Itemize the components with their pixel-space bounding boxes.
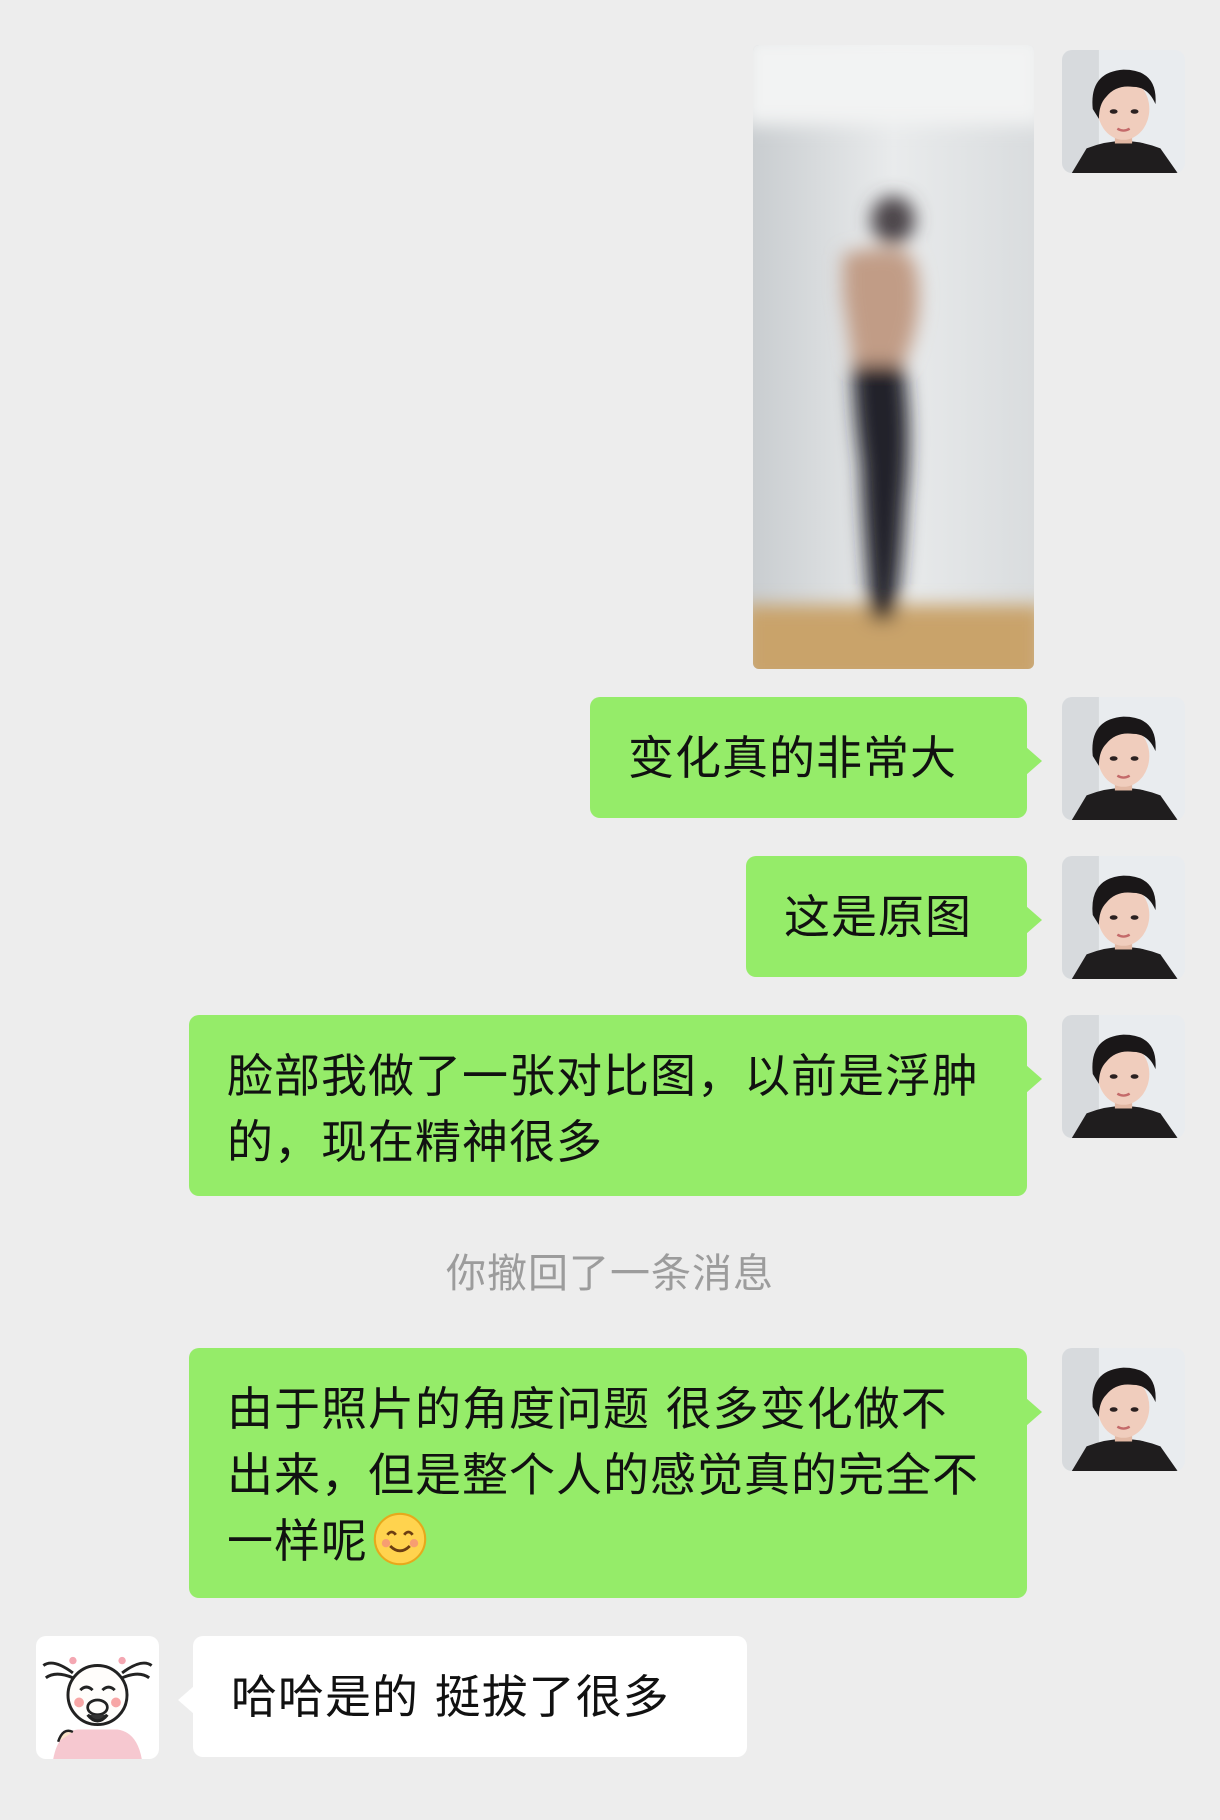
message-bubble[interactable]: 由于照片的角度问题 很多变化做不出来，但是整个人的感觉真的完全不一样呢 [189,1348,1042,1598]
avatar-photo-icon [1062,1348,1185,1471]
avatar-photo-icon [1062,1015,1185,1138]
avatar-photo-icon [1062,856,1185,979]
image-message[interactable] [753,45,1034,669]
message-bubble[interactable]: 脸部我做了一张对比图，以前是浮肿的，现在精神很多 [189,1015,1042,1196]
cartoon-avatar-icon [36,1636,159,1759]
chat-window: 变化真的非常大 这是原图 脸部我做了一张对比图，以前是浮肿的，现在精神很多 你撤… [0,0,1220,1820]
my-avatar[interactable] [1062,50,1185,173]
blurred-photo [753,45,1034,669]
my-avatar[interactable] [1062,1015,1185,1138]
avatar-photo-icon [1062,697,1185,820]
my-avatar[interactable] [1062,1348,1185,1471]
message-bubble[interactable]: 这是原图 [746,856,1042,977]
my-avatar[interactable] [1062,856,1185,979]
avatar-photo-icon [1062,50,1185,173]
my-avatar[interactable] [1062,697,1185,820]
contact-avatar[interactable] [36,1636,159,1759]
message-bubble[interactable]: 哈哈是的 挺拔了很多 [178,1636,747,1757]
smiling-face-emoji-icon [372,1511,428,1567]
message-bubble[interactable]: 变化真的非常大 [590,697,1042,818]
recall-notice: 你撤回了一条消息 [446,1251,774,1297]
message-text: 由于照片的角度问题 很多变化做不出来，但是整个人的感觉真的完全不一样呢 [227,1382,979,1568]
